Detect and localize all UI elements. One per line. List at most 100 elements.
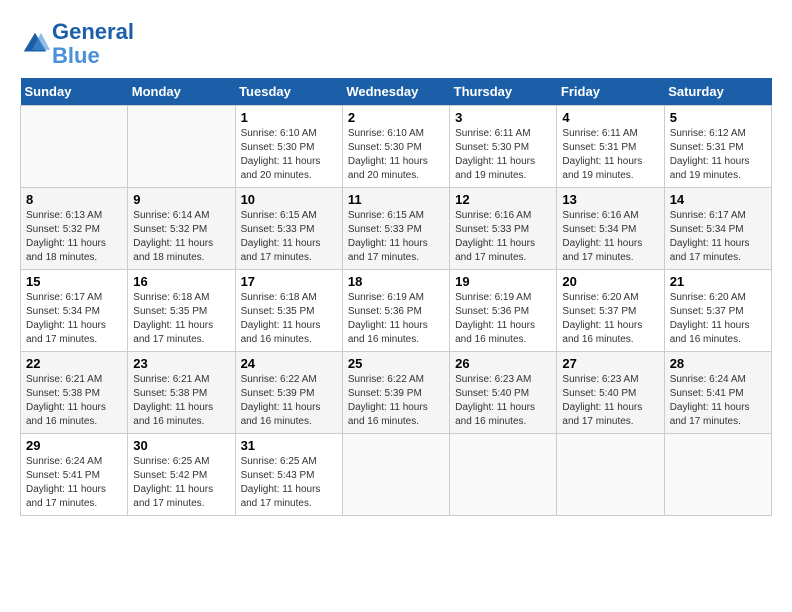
- day-info: Sunrise: 6:18 AMSunset: 5:35 PMDaylight:…: [241, 291, 337, 347]
- day-info: Sunrise: 6:21 AMSunset: 5:38 PMDaylight:…: [133, 373, 229, 429]
- column-header-sunday: Sunday: [21, 78, 128, 106]
- day-number: 9: [133, 192, 229, 207]
- calendar-cell: [21, 106, 128, 188]
- logo-text: General Blue: [52, 20, 134, 68]
- day-info: Sunrise: 6:14 AMSunset: 5:32 PMDaylight:…: [133, 209, 229, 265]
- day-info: Sunrise: 6:23 AMSunset: 5:40 PMDaylight:…: [455, 373, 551, 429]
- calendar-cell: 25 Sunrise: 6:22 AMSunset: 5:39 PMDayligh…: [342, 352, 449, 434]
- calendar-cell: [342, 434, 449, 516]
- day-number: 22: [26, 356, 122, 371]
- calendar-cell: 19 Sunrise: 6:19 AMSunset: 5:36 PMDayligh…: [450, 270, 557, 352]
- day-number: 2: [348, 110, 444, 125]
- calendar-cell: 28 Sunrise: 6:24 AMSunset: 5:41 PMDayligh…: [664, 352, 771, 434]
- day-number: 5: [670, 110, 766, 125]
- calendar-table: SundayMondayTuesdayWednesdayThursdayFrid…: [20, 78, 772, 516]
- calendar-cell: [557, 434, 664, 516]
- day-number: 24: [241, 356, 337, 371]
- day-info: Sunrise: 6:16 AMSunset: 5:33 PMDaylight:…: [455, 209, 551, 265]
- calendar-cell: 27Sunrise: 6:23 AMSunset: 5:40 PMDayligh…: [557, 352, 664, 434]
- day-info: Sunrise: 6:11 AMSunset: 5:30 PMDaylight:…: [455, 127, 551, 183]
- calendar-cell: 14 Sunrise: 6:17 AMSunset: 5:34 PMDayligh…: [664, 188, 771, 270]
- day-info: Sunrise: 6:11 AMSunset: 5:31 PMDaylight:…: [562, 127, 658, 183]
- calendar-header-row: SundayMondayTuesdayWednesdayThursdayFrid…: [21, 78, 772, 106]
- calendar-cell: 21 Sunrise: 6:20 AMSunset: 5:37 PMDayligh…: [664, 270, 771, 352]
- day-number: 28: [670, 356, 766, 371]
- day-number: 4: [562, 110, 658, 125]
- page-header: General Blue: [20, 20, 772, 68]
- calendar-cell: 10Sunrise: 6:15 AMSunset: 5:33 PMDayligh…: [235, 188, 342, 270]
- calendar-cell: 3 Sunrise: 6:11 AMSunset: 5:30 PMDaylight…: [450, 106, 557, 188]
- day-info: Sunrise: 6:19 AMSunset: 5:36 PMDaylight:…: [455, 291, 551, 347]
- day-number: 30: [133, 438, 229, 453]
- day-info: Sunrise: 6:15 AMSunset: 5:33 PMDaylight:…: [348, 209, 444, 265]
- column-header-tuesday: Tuesday: [235, 78, 342, 106]
- day-number: 1: [241, 110, 337, 125]
- calendar-cell: 30 Sunrise: 6:25 AMSunset: 5:42 PMDayligh…: [128, 434, 235, 516]
- calendar-cell: 4 Sunrise: 6:11 AMSunset: 5:31 PMDaylight…: [557, 106, 664, 188]
- calendar-cell: 5 Sunrise: 6:12 AMSunset: 5:31 PMDaylight…: [664, 106, 771, 188]
- calendar-cell: [450, 434, 557, 516]
- calendar-week-row: 22 Sunrise: 6:21 AMSunset: 5:38 PMDayligh…: [21, 352, 772, 434]
- calendar-cell: 2 Sunrise: 6:10 AMSunset: 5:30 PMDaylight…: [342, 106, 449, 188]
- day-info: Sunrise: 6:22 AMSunset: 5:39 PMDaylight:…: [241, 373, 337, 429]
- day-number: 29: [26, 438, 122, 453]
- day-number: 26: [455, 356, 551, 371]
- day-info: Sunrise: 6:17 AMSunset: 5:34 PMDaylight:…: [26, 291, 122, 347]
- calendar-cell: [128, 106, 235, 188]
- column-header-thursday: Thursday: [450, 78, 557, 106]
- calendar-cell: 1 Sunrise: 6:10 AMSunset: 5:30 PMDaylight…: [235, 106, 342, 188]
- day-info: Sunrise: 6:25 AMSunset: 5:43 PMDaylight:…: [241, 455, 337, 511]
- calendar-week-row: 1 Sunrise: 6:10 AMSunset: 5:30 PMDaylight…: [21, 106, 772, 188]
- day-info: Sunrise: 6:25 AMSunset: 5:42 PMDaylight:…: [133, 455, 229, 511]
- calendar-cell: 17 Sunrise: 6:18 AMSunset: 5:35 PMDayligh…: [235, 270, 342, 352]
- calendar-cell: [664, 434, 771, 516]
- calendar-cell: 20Sunrise: 6:20 AMSunset: 5:37 PMDayligh…: [557, 270, 664, 352]
- day-number: 8: [26, 192, 122, 207]
- day-number: 19: [455, 274, 551, 289]
- day-number: 31: [241, 438, 337, 453]
- calendar-cell: 15Sunrise: 6:17 AMSunset: 5:34 PMDayligh…: [21, 270, 128, 352]
- column-header-monday: Monday: [128, 78, 235, 106]
- calendar-week-row: 15Sunrise: 6:17 AMSunset: 5:34 PMDayligh…: [21, 270, 772, 352]
- day-number: 10: [241, 192, 337, 207]
- day-info: Sunrise: 6:10 AMSunset: 5:30 PMDaylight:…: [348, 127, 444, 183]
- day-info: Sunrise: 6:10 AMSunset: 5:30 PMDaylight:…: [241, 127, 337, 183]
- day-number: 16: [133, 274, 229, 289]
- day-number: 17: [241, 274, 337, 289]
- day-info: Sunrise: 6:13 AMSunset: 5:32 PMDaylight:…: [26, 209, 122, 265]
- calendar-cell: 29 Sunrise: 6:24 AMSunset: 5:41 PMDayligh…: [21, 434, 128, 516]
- day-number: 14: [670, 192, 766, 207]
- day-info: Sunrise: 6:24 AMSunset: 5:41 PMDaylight:…: [26, 455, 122, 511]
- day-number: 18: [348, 274, 444, 289]
- logo-icon: [20, 29, 50, 59]
- day-info: Sunrise: 6:22 AMSunset: 5:39 PMDaylight:…: [348, 373, 444, 429]
- day-info: Sunrise: 6:16 AMSunset: 5:34 PMDaylight:…: [562, 209, 658, 265]
- calendar-cell: 18 Sunrise: 6:19 AMSunset: 5:36 PMDayligh…: [342, 270, 449, 352]
- day-number: 21: [670, 274, 766, 289]
- calendar-cell: 24 Sunrise: 6:22 AMSunset: 5:39 PMDayligh…: [235, 352, 342, 434]
- day-number: 23: [133, 356, 229, 371]
- calendar-cell: 9 Sunrise: 6:14 AMSunset: 5:32 PMDaylight…: [128, 188, 235, 270]
- column-header-saturday: Saturday: [664, 78, 771, 106]
- day-number: 11: [348, 192, 444, 207]
- day-info: Sunrise: 6:12 AMSunset: 5:31 PMDaylight:…: [670, 127, 766, 183]
- day-number: 20: [562, 274, 658, 289]
- calendar-cell: 22Sunrise: 6:21 AMSunset: 5:38 PMDayligh…: [21, 352, 128, 434]
- calendar-cell: 13 Sunrise: 6:16 AMSunset: 5:34 PMDayligh…: [557, 188, 664, 270]
- day-info: Sunrise: 6:17 AMSunset: 5:34 PMDaylight:…: [670, 209, 766, 265]
- calendar-cell: 31 Sunrise: 6:25 AMSunset: 5:43 PMDayligh…: [235, 434, 342, 516]
- day-number: 3: [455, 110, 551, 125]
- day-info: Sunrise: 6:20 AMSunset: 5:37 PMDaylight:…: [670, 291, 766, 347]
- day-info: Sunrise: 6:19 AMSunset: 5:36 PMDaylight:…: [348, 291, 444, 347]
- calendar-week-row: 8 Sunrise: 6:13 AMSunset: 5:32 PMDaylight…: [21, 188, 772, 270]
- calendar-cell: 16 Sunrise: 6:18 AMSunset: 5:35 PMDayligh…: [128, 270, 235, 352]
- day-number: 12: [455, 192, 551, 207]
- calendar-cell: 26 Sunrise: 6:23 AMSunset: 5:40 PMDayligh…: [450, 352, 557, 434]
- day-info: Sunrise: 6:18 AMSunset: 5:35 PMDaylight:…: [133, 291, 229, 347]
- day-number: 27: [562, 356, 658, 371]
- day-info: Sunrise: 6:24 AMSunset: 5:41 PMDaylight:…: [670, 373, 766, 429]
- logo: General Blue: [20, 20, 134, 68]
- day-number: 13: [562, 192, 658, 207]
- day-number: 25: [348, 356, 444, 371]
- calendar-cell: 8 Sunrise: 6:13 AMSunset: 5:32 PMDaylight…: [21, 188, 128, 270]
